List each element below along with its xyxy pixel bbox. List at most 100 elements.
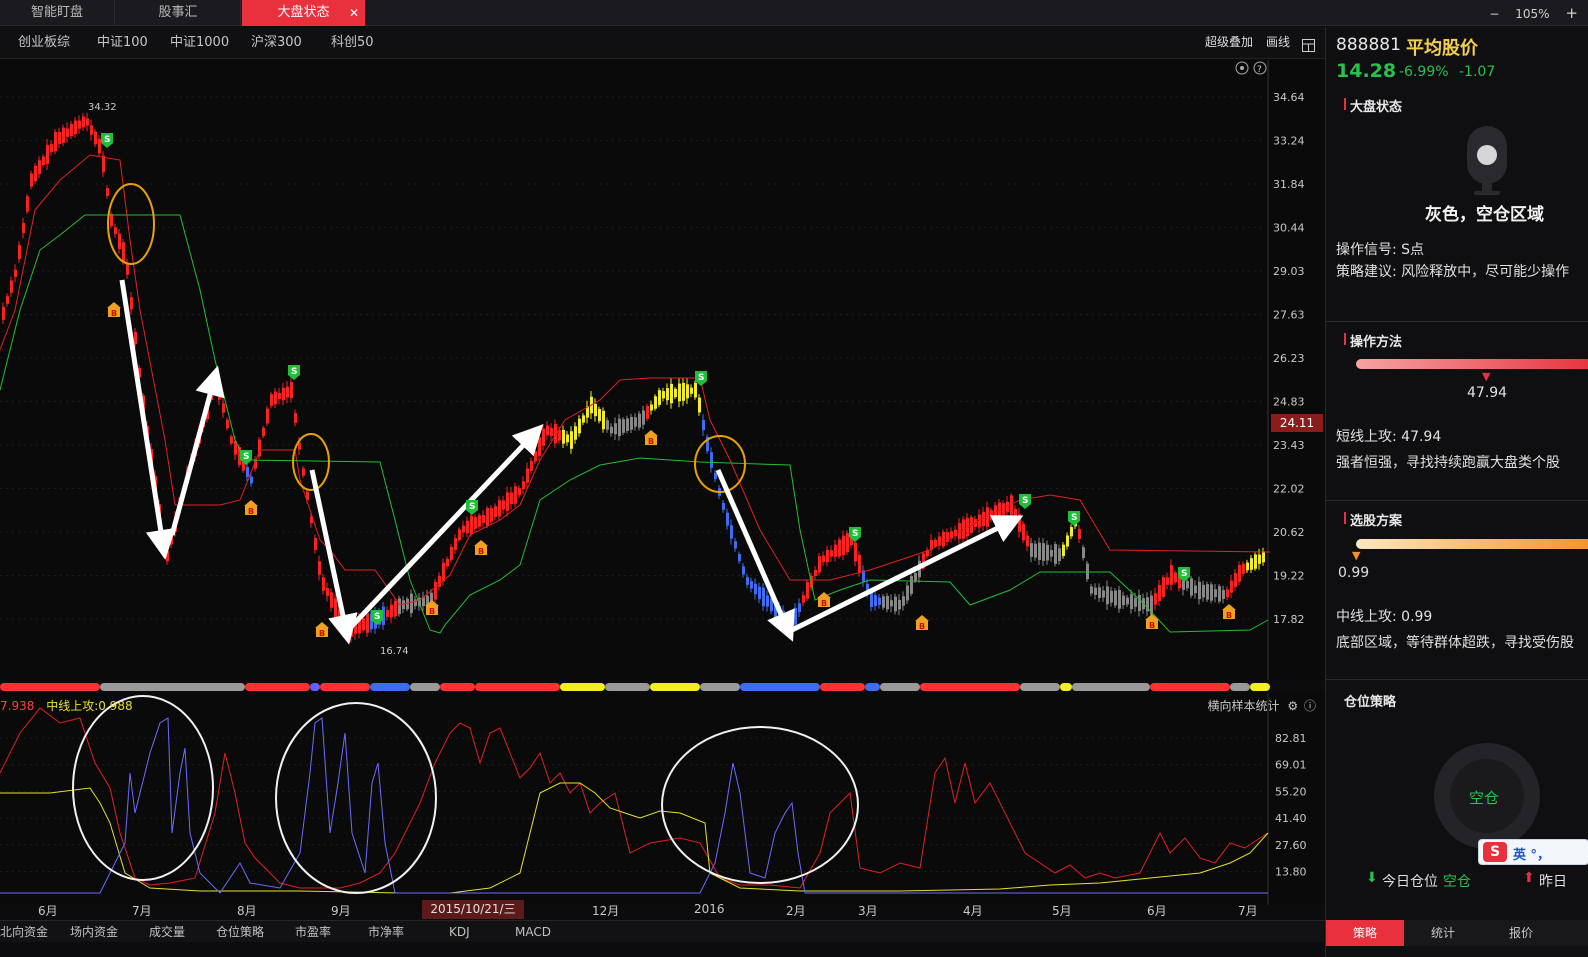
candle-body [1154, 593, 1157, 605]
candle-body [682, 382, 685, 401]
gear-icon[interactable]: ⚙ [1287, 699, 1298, 713]
main-price-chart[interactable]: 34.64 33.24 31.84 30.44 29.03 27.63 26.23 24.83… [0, 60, 1325, 680]
candle-body [98, 138, 101, 154]
candle-body [490, 508, 493, 522]
top-tab-smart-watch[interactable]: 智能盯盘 [0, 0, 115, 26]
candle-body [1026, 535, 1029, 547]
index-tab[interactable]: 沪深300 [251, 27, 302, 59]
tab-macd[interactable]: MACD [515, 921, 551, 943]
add-icon[interactable]: + [1565, 4, 1578, 22]
svg-text:S: S [374, 612, 380, 622]
stock-price: 14.28 [1336, 60, 1397, 82]
index-tab-bar: 创业板综 中证100 中证1000 沪深300 科创50 超级叠加 画线 [0, 27, 1325, 59]
top-tab-market-state[interactable]: 大盘状态 ✕ [242, 0, 366, 26]
ime-toolbar[interactable]: S 英 °， [1478, 839, 1588, 865]
candle-body [854, 542, 857, 562]
index-tab[interactable]: 创业板综 [18, 27, 70, 59]
sogou-icon: S [1483, 842, 1507, 862]
candle-body [538, 437, 541, 457]
candle-body [1098, 587, 1101, 598]
candle-body [858, 554, 861, 574]
candle-body [62, 127, 65, 144]
candle-body [578, 418, 581, 434]
candle-body [82, 116, 85, 128]
y-tick-label: 27.60 [1275, 839, 1307, 852]
svg-text:B: B [821, 599, 827, 608]
candle-body [846, 533, 849, 553]
tab-position-strategy[interactable]: 仓位策略 [216, 921, 264, 943]
top-tab-stock-news[interactable]: 股事汇 [116, 0, 241, 26]
indicator-chart[interactable]: 82.81 69.01 55.20 41.40 27.60 13.80 [0, 693, 1325, 905]
candle-body [634, 417, 637, 427]
y-tick-label: 19.22 [1273, 570, 1305, 583]
candle-body [722, 503, 725, 510]
svg-text:S: S [469, 502, 475, 512]
tab-onfloor-fund[interactable]: 场内资金 [70, 921, 118, 943]
month-label: 7月 [132, 904, 152, 918]
tab-quote[interactable]: 报价 [1482, 920, 1560, 946]
candle-body [798, 603, 801, 613]
candle-body [450, 546, 453, 560]
candle-body [458, 529, 461, 540]
month-label: 5月 [1052, 904, 1072, 918]
candle-body [1126, 597, 1129, 605]
high-price-label: 34.32 [88, 102, 117, 113]
candle-body [390, 604, 393, 618]
minimize-icon[interactable]: − [1489, 7, 1499, 21]
candle-body [22, 223, 25, 233]
candle-body [1218, 586, 1221, 602]
y-tick-label: 20.62 [1273, 526, 1305, 539]
tab-strategy[interactable]: 策略 [1326, 920, 1404, 946]
candle-body [274, 391, 277, 405]
candle-body [1158, 584, 1161, 602]
draw-line-button[interactable]: 画线 [1266, 27, 1290, 59]
candle-body [1018, 514, 1021, 532]
y-tick-label: 23.43 [1273, 439, 1305, 452]
help-icon[interactable]: ⓘ [1304, 699, 1316, 713]
candle-body [314, 537, 317, 551]
candle-body [478, 515, 481, 527]
candle-body [750, 581, 753, 589]
short-attack-gauge [1356, 359, 1588, 369]
candle-body [746, 577, 749, 585]
candle-body [802, 595, 805, 603]
sample-stats-label[interactable]: 横向样本统计 ⚙ ⓘ [1208, 697, 1316, 714]
index-tab[interactable]: 科创50 [331, 27, 374, 59]
candle-body [1190, 578, 1193, 596]
close-icon[interactable]: ✕ [349, 0, 359, 26]
candle-body [482, 515, 485, 523]
tab-volume[interactable]: 成交量 [149, 921, 185, 943]
svg-text:B: B [478, 547, 484, 556]
candle-body [646, 406, 649, 419]
tab-northbound[interactable]: 北向资金 [0, 921, 48, 943]
candle-body [486, 508, 489, 526]
traffic-light-icon [1466, 125, 1508, 200]
candle-body [1222, 590, 1225, 599]
tab-pb[interactable]: 市净率 [368, 921, 404, 943]
candle-body [958, 523, 961, 539]
tab-stats[interactable]: 统计 [1404, 920, 1482, 946]
index-tab[interactable]: 中证1000 [170, 27, 229, 59]
candle-body [1262, 551, 1265, 563]
today-position-label: 今日仓位 [1382, 874, 1438, 890]
candle-body [70, 123, 73, 137]
candle-body [1246, 562, 1249, 571]
candle-body [1034, 543, 1037, 558]
candle-body [502, 500, 505, 510]
tab-pe[interactable]: 市盈率 [295, 921, 331, 943]
short-attack-value: 短线上攻: 47.94 [1336, 429, 1442, 445]
state-segment [245, 683, 310, 691]
candle-body [1070, 526, 1073, 537]
candle-body [582, 415, 585, 423]
candle-body [38, 160, 41, 175]
candle-body [118, 233, 121, 250]
index-tab[interactable]: 中证100 [97, 27, 148, 59]
tab-kdj[interactable]: KDJ [449, 921, 470, 943]
top-tab-label: 大盘状态 [277, 5, 330, 20]
candle-body [78, 120, 81, 129]
candle-body [830, 550, 833, 557]
candle-body [494, 506, 497, 518]
indicator-tab-bar: 北向资金 场内资金 成交量 仓位策略 市盈率 市净率 KDJ MACD [0, 920, 1325, 942]
super-overlay-button[interactable]: 超级叠加 [1205, 27, 1253, 59]
zoom-level[interactable]: 105% [1515, 7, 1549, 21]
